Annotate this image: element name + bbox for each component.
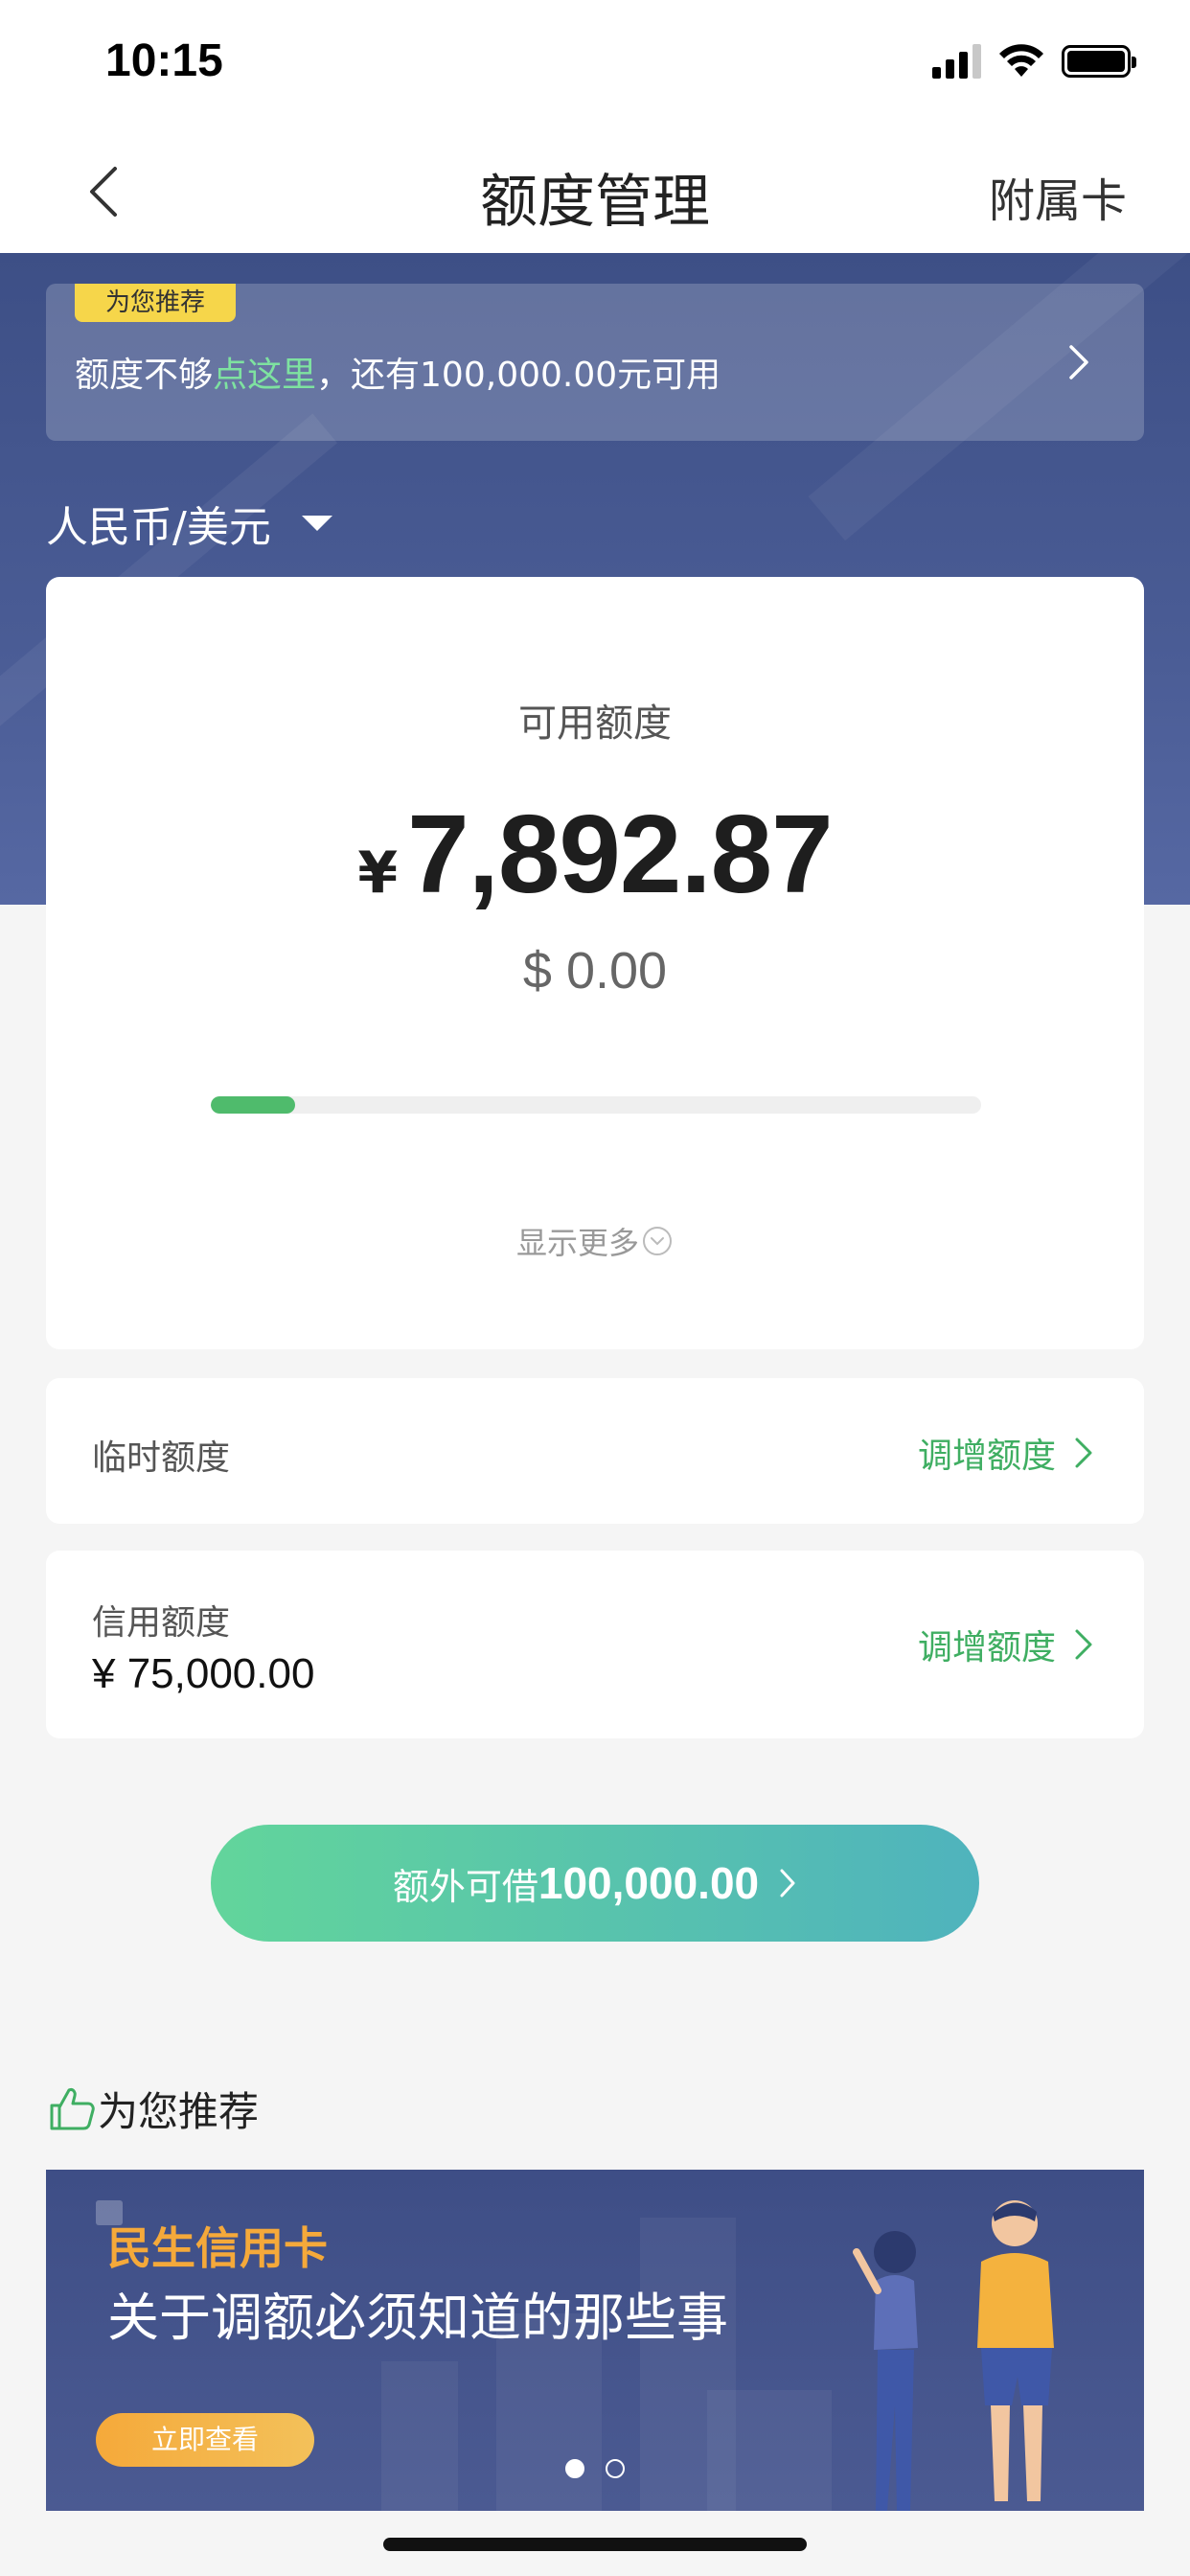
thumbs-up-icon	[50, 2087, 95, 2129]
recommend-section-header: 为您推荐	[46, 2080, 259, 2138]
carousel-pagination[interactable]	[0, 2459, 1190, 2478]
promo-click-here-link[interactable]: 点这里	[213, 356, 316, 395]
available-limit-label: 可用额度	[518, 702, 672, 746]
chevron-down-circle-icon	[643, 1227, 672, 1255]
extra-borrow-prefix: 额外可借	[392, 1865, 538, 1908]
chevron-right-icon	[1075, 1438, 1092, 1468]
increase-temporary-limit-button[interactable]: 调增额度	[918, 1428, 1094, 1478]
available-amount: ¥7,892.87	[46, 790, 1144, 918]
supplementary-card-link[interactable]: 附属卡	[989, 163, 1127, 230]
increase-limit-label: 调增额度	[917, 1437, 1056, 1476]
promo-text: 额度不够点这里，还有100,000.00元可用	[75, 347, 721, 397]
usage-progress-bar	[211, 1096, 981, 1114]
banner-headline: 关于调额必须知道的那些事	[107, 2288, 728, 2348]
temporary-limit-label: 临时额度	[92, 1438, 231, 1478]
status-time: 10:15	[105, 35, 223, 86]
temporary-limit-row[interactable]: 临时额度 调增额度	[46, 1378, 1144, 1524]
credit-limit-label: 信用额度	[92, 1603, 231, 1643]
chevron-right-icon	[1069, 345, 1088, 380]
extra-borrow-button[interactable]: 额外可借 100,000.00	[211, 1825, 979, 1942]
usd-amount: $ 0.00	[522, 942, 668, 1000]
available-limit-card: 可用额度 ¥7,892.87 $ 0.00 显示更多	[46, 577, 1144, 1349]
currency-selector[interactable]: 人民币/美元	[46, 493, 332, 554]
chevron-right-icon	[1075, 1629, 1092, 1660]
carousel-dot[interactable]	[606, 2459, 625, 2478]
carousel-dot[interactable]	[565, 2459, 584, 2478]
credit-limit-row[interactable]: 信用额度 ¥ 75,000.00 调增额度	[46, 1551, 1144, 1738]
home-indicator	[383, 2538, 807, 2551]
credit-limit-value: ¥ 75,000.00	[92, 1650, 315, 1697]
usage-progress-fill	[211, 1096, 296, 1114]
available-amount-value: 7,892.87	[407, 792, 834, 916]
show-more-toggle[interactable]: 显示更多	[46, 1219, 1144, 1263]
extra-borrow-amount: 100,000.00	[538, 1858, 760, 1908]
promo-text-after: ，还有100,000.00元可用	[316, 356, 721, 395]
battery-icon	[1062, 45, 1136, 78]
increase-limit-label: 调增额度	[917, 1628, 1056, 1668]
caret-down-icon	[301, 516, 332, 531]
cellular-signal-icon	[932, 44, 981, 79]
status-icons	[932, 44, 1136, 79]
chevron-right-icon	[780, 1869, 795, 1898]
recommend-section-title: 为您推荐	[98, 2088, 260, 2135]
recommend-badge: 为您推荐	[75, 284, 237, 322]
currency-label: 人民币/美元	[46, 503, 271, 552]
banner-brand: 民生信用卡	[107, 2222, 328, 2274]
increase-credit-limit-button[interactable]: 调增额度	[918, 1620, 1094, 1669]
show-more-label: 显示更多	[515, 1225, 639, 1261]
promo-text-before: 额度不够	[75, 356, 214, 395]
navigation-bar: 额度管理 附属卡	[0, 130, 1190, 253]
wifi-icon	[999, 44, 1043, 77]
yen-symbol: ¥	[357, 840, 399, 907]
credit-promo-banner[interactable]: 为您推荐 额度不够点这里，还有100,000.00元可用	[46, 284, 1144, 441]
status-bar: 10:15	[0, 0, 1190, 130]
